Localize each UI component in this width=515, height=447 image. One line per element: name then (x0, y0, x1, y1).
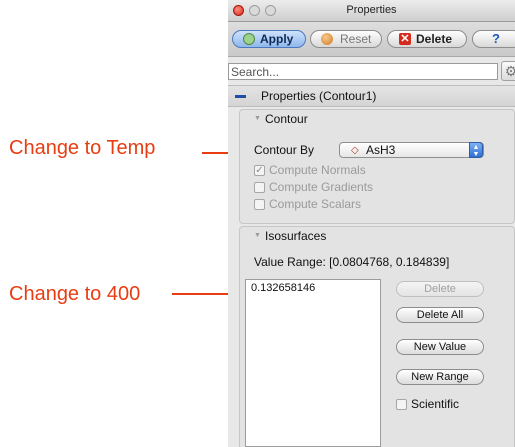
delete-label: Delete (416, 32, 453, 46)
contour-by-select[interactable]: ◇ AsH3 ▲ ▼ (339, 142, 484, 158)
window-title: Properties (346, 4, 397, 16)
compute-normals-checkbox[interactable]: ✓ (254, 165, 265, 176)
new-value-button[interactable]: New Value (396, 339, 484, 355)
reset-icon (321, 33, 333, 45)
contour-by-label: Contour By (254, 143, 315, 157)
collapse-minus-icon (235, 95, 246, 98)
list-item[interactable]: 0.132658146 (251, 282, 315, 294)
contour-by-value: AsH3 (366, 143, 396, 157)
contour-group-title: Contour (265, 112, 308, 126)
search-input[interactable] (228, 63, 498, 80)
title-bar: Properties (228, 0, 515, 22)
value-range-label: Value Range: [0.0804768, 0.184839] (254, 255, 450, 269)
isosurface-values-list[interactable]: 0.132658146 (245, 279, 381, 447)
delete-button[interactable]: ✕ Delete (387, 30, 467, 48)
apply-button[interactable]: Apply (232, 30, 306, 48)
annotation-change-to-400: Change to 400 (9, 283, 141, 305)
apply-icon (243, 33, 255, 45)
compute-gradients-checkbox[interactable] (254, 182, 265, 193)
help-label: ? (492, 31, 500, 46)
delete-all-button[interactable]: Delete All (396, 307, 484, 323)
compute-gradients-label: Compute Gradients (269, 180, 374, 194)
gear-icon[interactable]: ⚙ (501, 61, 515, 81)
compute-scalars-label: Compute Scalars (269, 197, 362, 211)
disclosure-triangle-icon[interactable]: ▼ (254, 232, 261, 239)
help-button[interactable]: ? (472, 30, 515, 48)
reset-button[interactable]: Reset (310, 30, 382, 48)
point-data-diamond-icon: ◇ (351, 145, 359, 156)
disclosure-triangle-icon[interactable]: ▼ (254, 115, 261, 122)
section-title: Properties (Contour1) (261, 89, 377, 103)
annotation-change-to-temp: Change to Temp (9, 137, 156, 159)
reset-label: Reset (340, 32, 372, 46)
delete-x-icon: ✕ (399, 33, 411, 45)
new-range-button[interactable]: New Range (396, 369, 484, 385)
scientific-label: Scientific (411, 397, 460, 411)
compute-scalars-checkbox[interactable] (254, 199, 265, 210)
toolbar: Apply Reset ✕ Delete ? (228, 22, 515, 57)
chevron-updown-icon: ▲ ▼ (469, 142, 483, 158)
apply-label: Apply (260, 32, 294, 46)
properties-section-header[interactable]: Properties (Contour1) (228, 85, 515, 107)
compute-normals-label: Compute Normals (269, 163, 366, 177)
contour-group: ▼ Contour Contour By ✓ Compute Normals C… (239, 109, 515, 224)
isosurfaces-group-title: Isosurfaces (265, 229, 327, 243)
isosurface-delete-button[interactable]: Delete (396, 281, 484, 297)
scientific-checkbox[interactable] (396, 399, 407, 410)
